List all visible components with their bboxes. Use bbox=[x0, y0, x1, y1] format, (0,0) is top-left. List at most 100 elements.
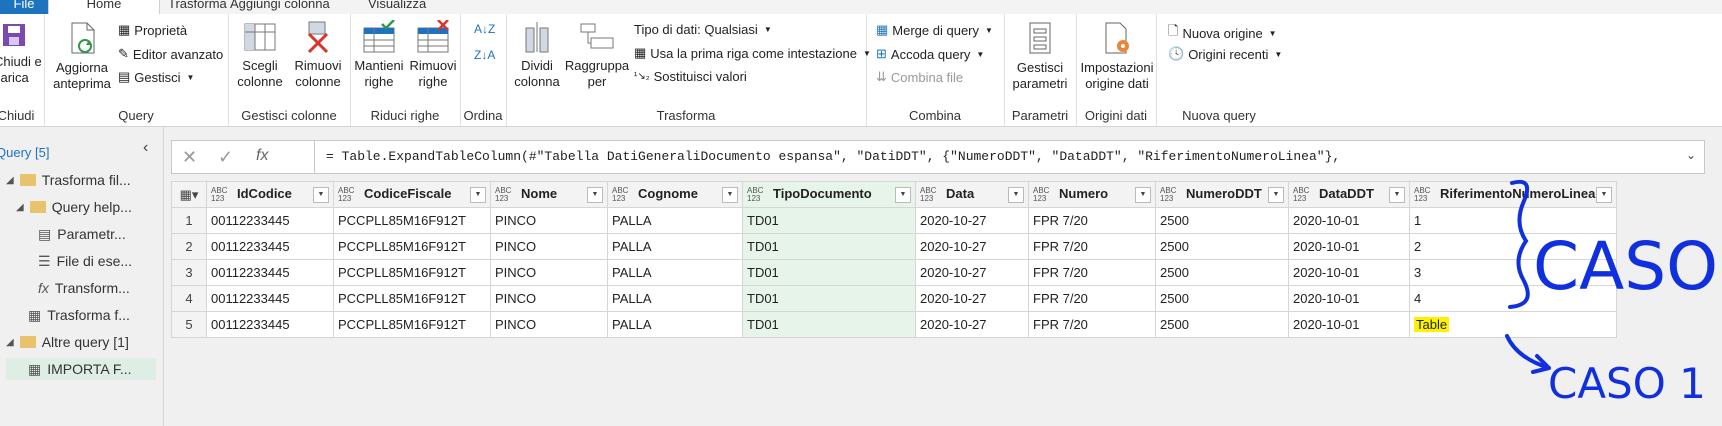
table-cell[interactable]: 2020-10-27 bbox=[915, 259, 1029, 286]
any-type-icon[interactable]: ABC 123 bbox=[338, 186, 356, 203]
refresh-preview-button[interactable]: Aggiorna anteprima bbox=[46, 20, 118, 92]
table-cell[interactable]: PINCO bbox=[490, 311, 608, 338]
keep-rows-button[interactable]: Mantieni righe bbox=[352, 20, 406, 90]
new-source-button[interactable]: 🗋 Nuova origine ▼ bbox=[1168, 22, 1277, 44]
table-cell[interactable]: PALLA bbox=[607, 207, 743, 234]
table-cell[interactable]: 2020-10-01 bbox=[1288, 207, 1410, 234]
table-cell[interactable]: TD01 bbox=[742, 259, 916, 286]
table-cell[interactable]: 2020-10-01 bbox=[1288, 233, 1410, 260]
combine-files-button[interactable]: ⇊ Combina file bbox=[876, 69, 963, 85]
table-cell[interactable]: 2 bbox=[1409, 233, 1617, 260]
any-type-icon[interactable]: ABC 123 bbox=[495, 186, 513, 203]
table-cell[interactable]: PINCO bbox=[490, 233, 608, 260]
table-cell[interactable]: 4 bbox=[1409, 285, 1617, 312]
table-cell[interactable]: PCCPLL85M16F912T bbox=[333, 285, 491, 312]
use-first-row-headers-button[interactable]: ▦ Usa la prima riga come intestazione ▼ bbox=[634, 45, 871, 61]
advanced-editor-button[interactable]: ✎ Editor avanzato bbox=[118, 46, 223, 62]
table-cell[interactable]: PINCO bbox=[490, 259, 608, 286]
table-cell[interactable]: TD01 bbox=[742, 207, 916, 234]
table-cell[interactable]: 2020-10-27 bbox=[915, 233, 1029, 260]
table-cell[interactable]: PALLA bbox=[607, 285, 743, 312]
split-column-button[interactable]: Dividi colonna bbox=[512, 20, 562, 90]
chevron-down-icon[interactable]: ⌄ bbox=[1686, 148, 1696, 162]
table-cell[interactable]: FPR 7/20 bbox=[1028, 207, 1156, 234]
function-icon[interactable]: fx bbox=[256, 147, 268, 165]
table-cell[interactable]: PCCPLL85M16F912T bbox=[333, 311, 491, 338]
tab-visualizza[interactable]: Visualizza bbox=[368, 0, 426, 14]
confirm-formula-icon[interactable]: ✓ bbox=[218, 147, 233, 168]
table-cell[interactable]: FPR 7/20 bbox=[1028, 233, 1156, 260]
close-load-button[interactable]: Chiudi e carica bbox=[0, 20, 42, 86]
tree-item-file-esempio[interactable]: ☰ File di ese... bbox=[38, 250, 132, 272]
remove-columns-button[interactable]: Rimuovi colonne bbox=[290, 20, 346, 90]
table-row[interactable]: 3 00112233445 PCCPLL85M16F912T PINCO PALLA TD… bbox=[171, 259, 1617, 286]
sort-ascending-button[interactable]: A↓Z bbox=[474, 22, 495, 36]
tree-item-altre-query[interactable]: ◢ Altre query [1] bbox=[6, 331, 129, 353]
expand-triangle-icon[interactable]: ◢ bbox=[6, 337, 14, 348]
filter-dropdown-icon[interactable]: ▼ bbox=[722, 187, 738, 203]
table-cell[interactable]: 00112233445 bbox=[206, 233, 334, 260]
remove-rows-button[interactable]: Rimuovi righe bbox=[406, 20, 460, 90]
tab-file[interactable]: File bbox=[0, 0, 48, 14]
column-header-nome[interactable]: ABC 123 Nome ▼ bbox=[490, 181, 608, 208]
tree-item-importa[interactable]: ▦ IMPORTA F... bbox=[6, 358, 156, 380]
row-number[interactable]: 2 bbox=[171, 233, 207, 260]
filter-dropdown-icon[interactable]: ▼ bbox=[1268, 187, 1284, 203]
table-cell[interactable]: PALLA bbox=[607, 259, 743, 286]
any-type-icon[interactable]: ABC 123 bbox=[1414, 186, 1432, 203]
group-by-button[interactable]: Raggruppa per bbox=[564, 20, 630, 90]
cancel-formula-icon[interactable]: ✕ bbox=[182, 147, 197, 168]
any-type-icon[interactable]: ABC 123 bbox=[211, 186, 229, 203]
table-cell[interactable]: 1 bbox=[1409, 207, 1617, 234]
table-cell[interactable]: PALLA bbox=[607, 233, 743, 260]
table-cell[interactable]: FPR 7/20 bbox=[1028, 285, 1156, 312]
append-queries-button[interactable]: ⊞ Accoda query ▼ bbox=[876, 46, 984, 62]
table-cell[interactable]: PALLA bbox=[607, 311, 743, 338]
table-cell[interactable]: TD01 bbox=[742, 311, 916, 338]
sort-descending-button[interactable]: Z↓A bbox=[474, 48, 495, 62]
merge-queries-button[interactable]: ▦ Merge di query ▼ bbox=[876, 22, 993, 38]
filter-dropdown-icon[interactable]: ▼ bbox=[313, 187, 329, 203]
tree-item-trasforma-file-table[interactable]: ▦ Trasforma f... bbox=[28, 304, 130, 326]
data-source-settings-button[interactable]: Impostazioni origine dati bbox=[1078, 20, 1156, 92]
row-number[interactable]: 1 bbox=[171, 207, 207, 234]
table-link[interactable]: Table bbox=[1414, 317, 1450, 332]
table-cell[interactable]: 00112233445 bbox=[206, 285, 334, 312]
column-header-numeroddt[interactable]: ABC 123 NumeroDDT ▼ bbox=[1155, 181, 1289, 208]
tree-item-transform-function[interactable]: fx Transform... bbox=[38, 277, 130, 299]
row-number[interactable]: 4 bbox=[171, 285, 207, 312]
row-number[interactable]: 5 bbox=[171, 311, 207, 338]
expand-triangle-icon[interactable]: ◢ bbox=[16, 202, 24, 213]
tree-item-trasforma-file[interactable]: ◢ Trasforma fil... bbox=[6, 169, 131, 191]
tree-item-parametro[interactable]: ▤ Parametr... bbox=[38, 223, 126, 245]
filter-dropdown-icon[interactable]: ▼ bbox=[895, 187, 911, 203]
any-type-icon[interactable]: ABC 123 bbox=[1033, 186, 1051, 203]
table-cell[interactable]: 2020-10-27 bbox=[915, 285, 1029, 312]
table-menu-icon[interactable]: ▦▾ bbox=[171, 181, 207, 208]
table-cell[interactable]: TD01 bbox=[742, 285, 916, 312]
column-header-data[interactable]: ABC 123 Data ▼ bbox=[915, 181, 1029, 208]
table-row[interactable]: 5 00112233445 PCCPLL85M16F912T PINCO PALLA TD… bbox=[171, 311, 1617, 338]
table-cell[interactable]: PINCO bbox=[490, 285, 608, 312]
column-header-numero[interactable]: ABC 123 Numero ▼ bbox=[1028, 181, 1156, 208]
table-row[interactable]: 4 00112233445 PCCPLL85M16F912T PINCO PALLA TD… bbox=[171, 285, 1617, 312]
row-number[interactable]: 3 bbox=[171, 259, 207, 286]
tree-item-query-helper[interactable]: ◢ Query help... bbox=[16, 196, 132, 218]
any-type-icon[interactable]: ABC 123 bbox=[1293, 186, 1311, 203]
table-cell[interactable]: 2500 bbox=[1155, 207, 1289, 234]
properties-button[interactable]: ▦ Proprietà bbox=[118, 22, 187, 38]
table-cell[interactable]: PCCPLL85M16F912T bbox=[333, 259, 491, 286]
expand-triangle-icon[interactable]: ◢ bbox=[6, 175, 14, 186]
table-row[interactable]: 1 00112233445 PCCPLL85M16F912T PINCO PALLA TD… bbox=[171, 207, 1617, 234]
collapse-pane-icon[interactable]: ‹ bbox=[143, 139, 148, 157]
any-type-icon[interactable]: ABC 123 bbox=[920, 186, 938, 203]
filter-dropdown-icon[interactable]: ▼ bbox=[587, 187, 603, 203]
table-cell[interactable]: 2020-10-01 bbox=[1288, 285, 1410, 312]
table-cell[interactable]: FPR 7/20 bbox=[1028, 259, 1156, 286]
column-header-idcodice[interactable]: ABC 123 IdCodice ▼ bbox=[206, 181, 334, 208]
manage-button[interactable]: ▤ Gestisci ▼ bbox=[118, 69, 194, 85]
table-cell[interactable]: PCCPLL85M16F912T bbox=[333, 233, 491, 260]
any-type-icon[interactable]: ABC 123 bbox=[747, 186, 765, 203]
choose-columns-button[interactable]: Scegli colonne bbox=[232, 20, 288, 90]
table-cell[interactable]: 00112233445 bbox=[206, 259, 334, 286]
